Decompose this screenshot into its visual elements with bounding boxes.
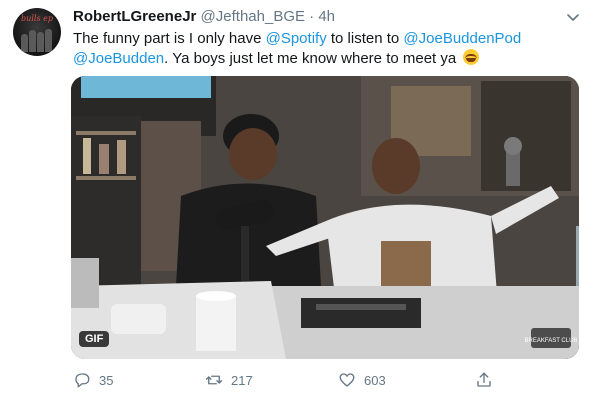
user-handle[interactable]: @Jefthah_BGE	[201, 8, 305, 25]
tweet-text-part: The funny part is I only have	[73, 30, 266, 47]
separator-dot: ·	[309, 8, 315, 25]
tweet-text-part: to listen to	[326, 30, 404, 47]
chevron-down-icon[interactable]	[565, 9, 581, 25]
reply-count: 35	[99, 372, 114, 388]
like-button[interactable]: 603	[338, 366, 386, 394]
gif-badge: GIF	[79, 331, 110, 347]
like-count: 603	[364, 372, 386, 388]
avatar-figure	[45, 29, 52, 52]
gif-frame: BREAKFAST CLUB	[71, 76, 579, 359]
reply-button[interactable]: 35	[73, 366, 113, 394]
tweet-header: RobertLGreeneJr @Jefthah_BGE · 4h	[73, 8, 575, 28]
media-watermark: BREAKFAST CLUB	[525, 338, 578, 344]
laughing-emoji-icon	[463, 49, 480, 65]
mention-link[interactable]: @JoeBudden	[73, 50, 164, 67]
mention-link[interactable]: @JoeBuddenPod	[403, 30, 521, 47]
share-button[interactable]	[475, 366, 501, 394]
avatar-logo-text: bulls ep	[21, 14, 53, 23]
tweet-actions: 35 217 603	[73, 366, 493, 394]
reply-icon	[75, 373, 90, 388]
tweet-text-part: . Ya boys just let me know where to meet…	[164, 50, 461, 67]
retweet-count: 217	[231, 372, 253, 388]
avatar-figure	[29, 30, 36, 52]
tweet-text: The funny part is I only have @Spotify t…	[73, 29, 578, 69]
retweet-button[interactable]: 217	[205, 366, 253, 394]
avatar-figure	[21, 34, 28, 52]
heart-icon	[339, 373, 355, 387]
display-name[interactable]: RobertLGreeneJr	[73, 8, 196, 25]
timestamp[interactable]: 4h	[318, 8, 335, 25]
share-icon	[477, 372, 491, 387]
gif-media[interactable]: BREAKFAST CLUB GIF	[71, 76, 579, 359]
avatar[interactable]: bulls ep	[13, 8, 61, 56]
mention-link[interactable]: @Spotify	[266, 30, 327, 47]
retweet-icon	[205, 375, 223, 385]
avatar-figure	[37, 32, 44, 52]
